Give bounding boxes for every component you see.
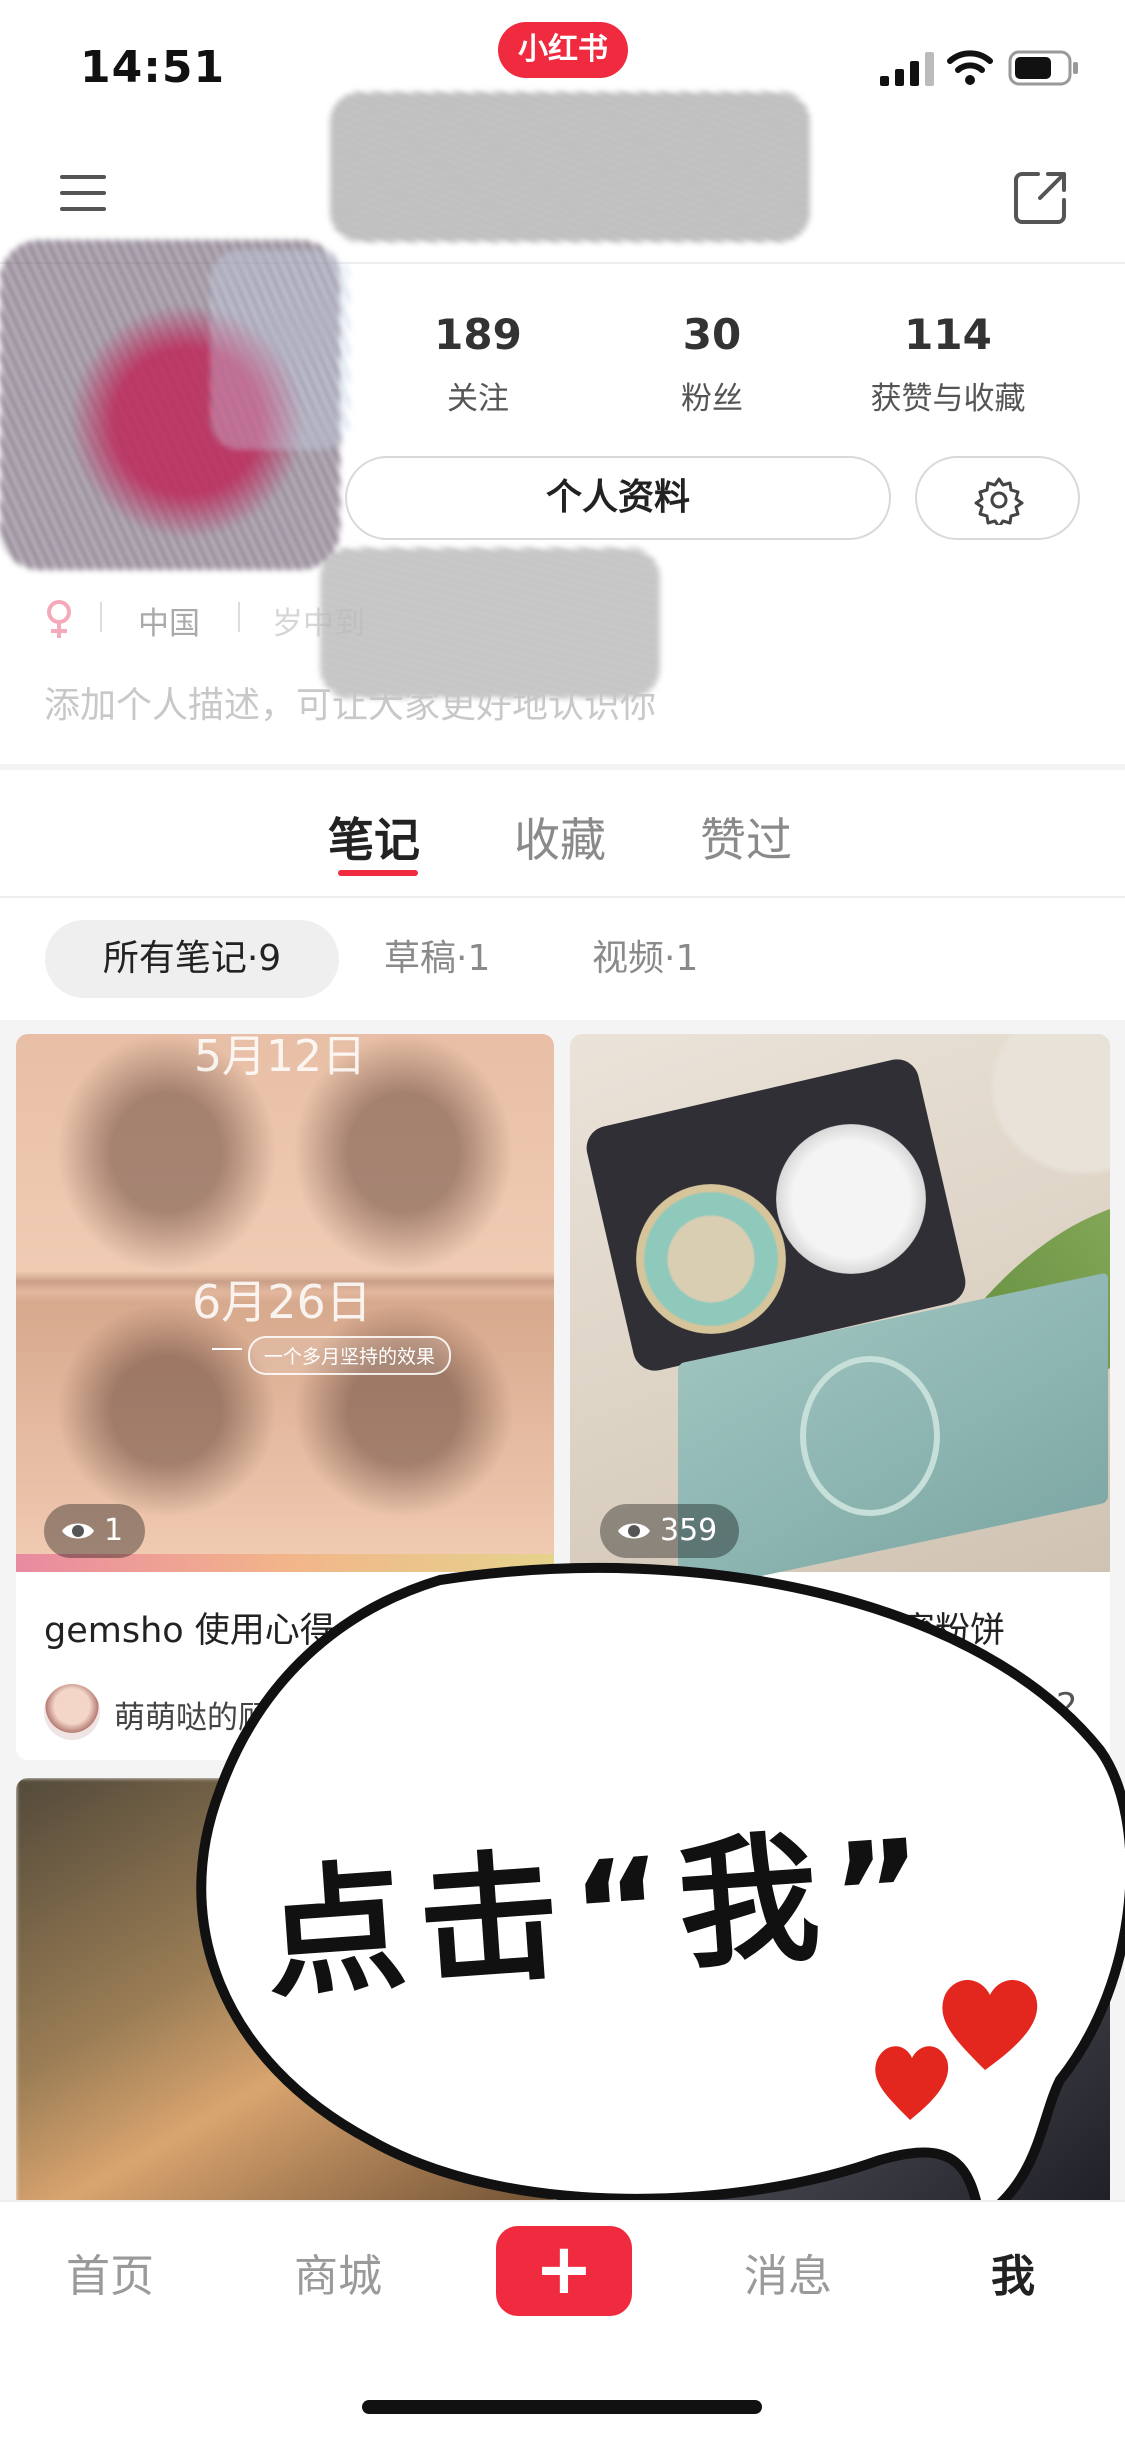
home-indicator[interactable] xyxy=(362,2400,762,2414)
nav-home[interactable]: 首页 xyxy=(30,2240,190,2304)
cover-date-top: 5月12日 xyxy=(194,1034,366,1082)
meta-separator xyxy=(100,602,102,632)
cover-caption-line xyxy=(212,1348,242,1350)
eye-icon xyxy=(62,1523,94,1539)
nav-mall[interactable]: 商城 xyxy=(258,2240,418,2304)
meta-location: 中国 xyxy=(138,606,200,642)
signal-icon xyxy=(880,52,934,86)
stat-likes-and-saves[interactable]: 114 获赞与收藏 xyxy=(848,310,1048,418)
tab-favorites[interactable]: 收藏 xyxy=(514,804,606,870)
tab-liked[interactable]: 赞过 xyxy=(700,804,792,870)
meta-separator xyxy=(238,602,240,632)
filter-drafts[interactable]: 草稿·1 xyxy=(384,920,490,998)
battery-icon xyxy=(1008,50,1078,86)
nav-messages[interactable]: 消息 xyxy=(708,2240,868,2304)
bio-placeholder[interactable]: 添加个人描述，可让大家更好地认识你 xyxy=(44,676,656,728)
cover-powder-puff xyxy=(776,1124,926,1274)
wifi-icon xyxy=(947,50,993,85)
create-note-button[interactable]: + xyxy=(496,2226,632,2316)
stat-likes-label: 获赞与收藏 xyxy=(870,381,1026,417)
heart-icon xyxy=(875,1980,1038,2120)
app-logo-badge: 小红书 xyxy=(498,22,628,78)
stat-followers[interactable]: 30 粉丝 xyxy=(612,310,812,418)
menu-icon[interactable] xyxy=(58,172,108,214)
stat-following-value: 189 xyxy=(434,310,522,359)
meta-age: 岁中到 xyxy=(272,606,365,642)
avatar xyxy=(44,1684,100,1740)
edit-profile-button[interactable]: 个人资料 xyxy=(345,456,891,540)
view-count-badge: 359 xyxy=(600,1504,740,1558)
cover-gift-crest xyxy=(800,1356,940,1516)
content-tabs: 笔记 收藏 赞过 xyxy=(0,770,1125,898)
stat-following[interactable]: 189 关注 xyxy=(378,310,578,418)
settings-button[interactable] xyxy=(915,456,1080,540)
redacted-avatar-overlay xyxy=(210,250,350,450)
eye-icon xyxy=(618,1523,650,1539)
settings-icon xyxy=(974,477,1024,525)
note-cover-image: 359 xyxy=(570,1034,1110,1594)
note-filter-row: 所有笔记·9 草稿·1 视频·1 xyxy=(0,900,1125,1020)
tab-notes[interactable]: 笔记 xyxy=(328,804,420,870)
filter-videos[interactable]: 视频·1 xyxy=(592,920,698,998)
share-icon[interactable] xyxy=(1012,168,1070,226)
view-count: 1 xyxy=(104,1513,124,1548)
filter-all-notes[interactable]: 所有笔记·9 xyxy=(45,920,339,998)
stat-followers-label: 粉丝 xyxy=(681,381,743,417)
stat-followers-value: 30 xyxy=(682,310,742,359)
active-tab-indicator xyxy=(338,870,418,876)
gender-icon xyxy=(47,600,71,638)
cover-compact-mirror xyxy=(636,1184,786,1334)
cover-caption: 一个多月坚持的效果 xyxy=(248,1336,452,1375)
bottom-nav: 首页 商城 + 消息 我 xyxy=(0,2200,1125,2437)
stat-likes-value: 114 xyxy=(904,310,992,359)
nav-me[interactable]: 我 xyxy=(933,2240,1093,2304)
status-time: 14:51 xyxy=(80,42,226,93)
note-cover-image: 5月12日 6月26日 一个多月坚持的效果 1 xyxy=(16,1034,554,1572)
view-count-badge: 1 xyxy=(44,1504,146,1558)
stat-following-label: 关注 xyxy=(447,381,509,417)
cover-date-mid: 6月26日 xyxy=(192,1275,372,1329)
view-count: 359 xyxy=(660,1513,718,1548)
redacted-username xyxy=(330,92,810,242)
